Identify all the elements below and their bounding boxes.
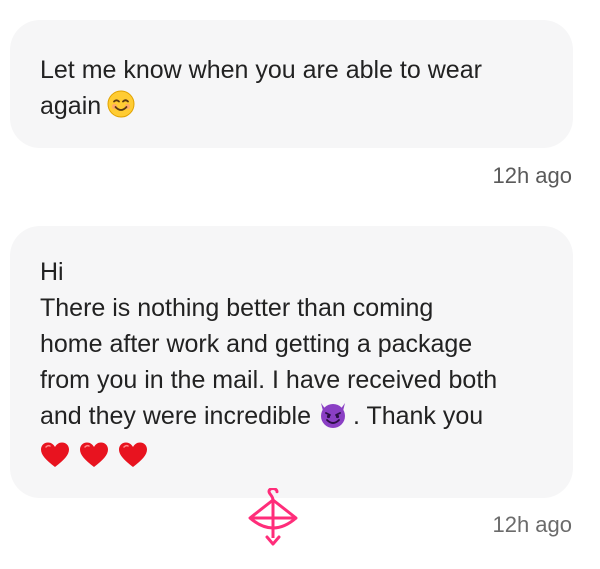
hearts-row: [40, 436, 543, 470]
message-text-line: Let me know when you are able to wear: [40, 56, 482, 84]
message-text: and they were incredible: [40, 402, 311, 430]
message-text-line: home after work and getting a package: [40, 330, 473, 358]
hanger-bow-arrow-icon: [248, 488, 298, 546]
heart-icon: [41, 442, 69, 468]
message-text: . Thank you: [353, 402, 484, 430]
heart-icon: [118, 442, 147, 468]
message-text: again: [40, 92, 102, 120]
smiling-devil-icon: [321, 403, 345, 429]
message-bubble[interactable]: Let me know when you are able to wear ag…: [10, 20, 573, 148]
smiling-face-icon: [107, 90, 135, 118]
message-text-line: Hi: [40, 258, 64, 286]
message-timestamp: 12h ago: [492, 512, 572, 537]
heart-icon: [79, 442, 108, 468]
message-text-line: There is nothing better than coming: [40, 294, 434, 322]
message-thread: Let me know when you are able to wear ag…: [0, 0, 600, 569]
message-text-line: again: [40, 88, 543, 124]
message-text-line: and they were incredible . Thank you: [40, 398, 543, 434]
message-text-line: from you in the mail. I have received bo…: [40, 366, 498, 394]
message-bubble[interactable]: Hi There is nothing better than coming h…: [10, 226, 573, 498]
message-timestamp: 12h ago: [492, 163, 572, 188]
